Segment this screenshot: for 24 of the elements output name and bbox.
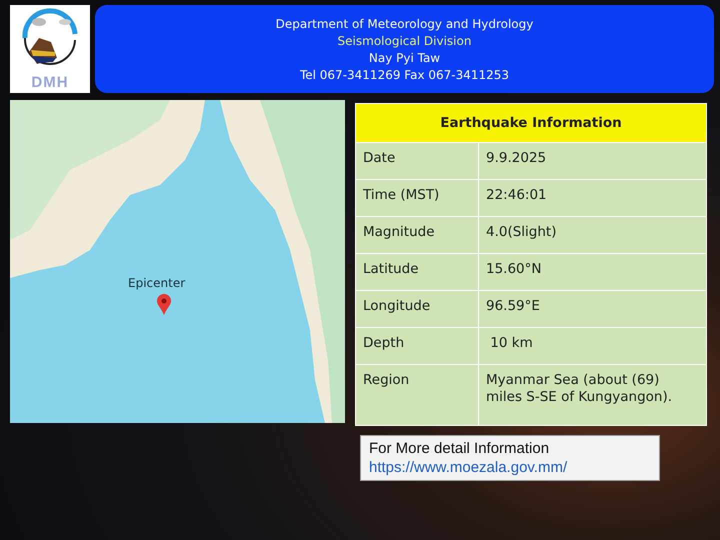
table-cell: Depth — [356, 328, 478, 364]
table-cell: Latitude — [356, 254, 478, 290]
table-cell: Date — [356, 143, 478, 179]
table-cell: Myanmar Sea (about (69) miles S-SE of Kungyangon). — [479, 365, 706, 425]
table-cell: 4.0(Slight) — [479, 217, 706, 253]
website-link[interactable]: https://www.moezala.gov.mm/ — [369, 459, 651, 476]
logo-text: DMH — [31, 74, 69, 91]
header-line: Tel 067-3411269 Fax 067-3411253 — [300, 68, 510, 82]
table-cell: 15.60°N — [479, 254, 706, 290]
map-pin-icon — [156, 293, 172, 315]
note-text: For More detail Information — [369, 440, 550, 457]
table-cell: Time (MST) — [356, 180, 478, 216]
table-cell: 10 km — [479, 328, 706, 364]
epicenter-label: Epicenter — [128, 276, 186, 290]
table-cell: Region — [356, 365, 478, 425]
table-cell: Longitude — [356, 291, 478, 327]
table-cell: Magnitude — [356, 217, 478, 253]
table-cell: 96.59°E — [479, 291, 706, 327]
header-line: Nay Pyi Taw — [368, 50, 440, 64]
table-title: Earthquake Information — [356, 104, 706, 142]
table-cell: 9.9.2025 — [479, 143, 706, 179]
table-cell: 22:46:01 — [479, 180, 706, 216]
header-line: Department of Meteorology and Hydrology — [276, 16, 534, 30]
header-line: Seismological Division — [338, 34, 472, 48]
